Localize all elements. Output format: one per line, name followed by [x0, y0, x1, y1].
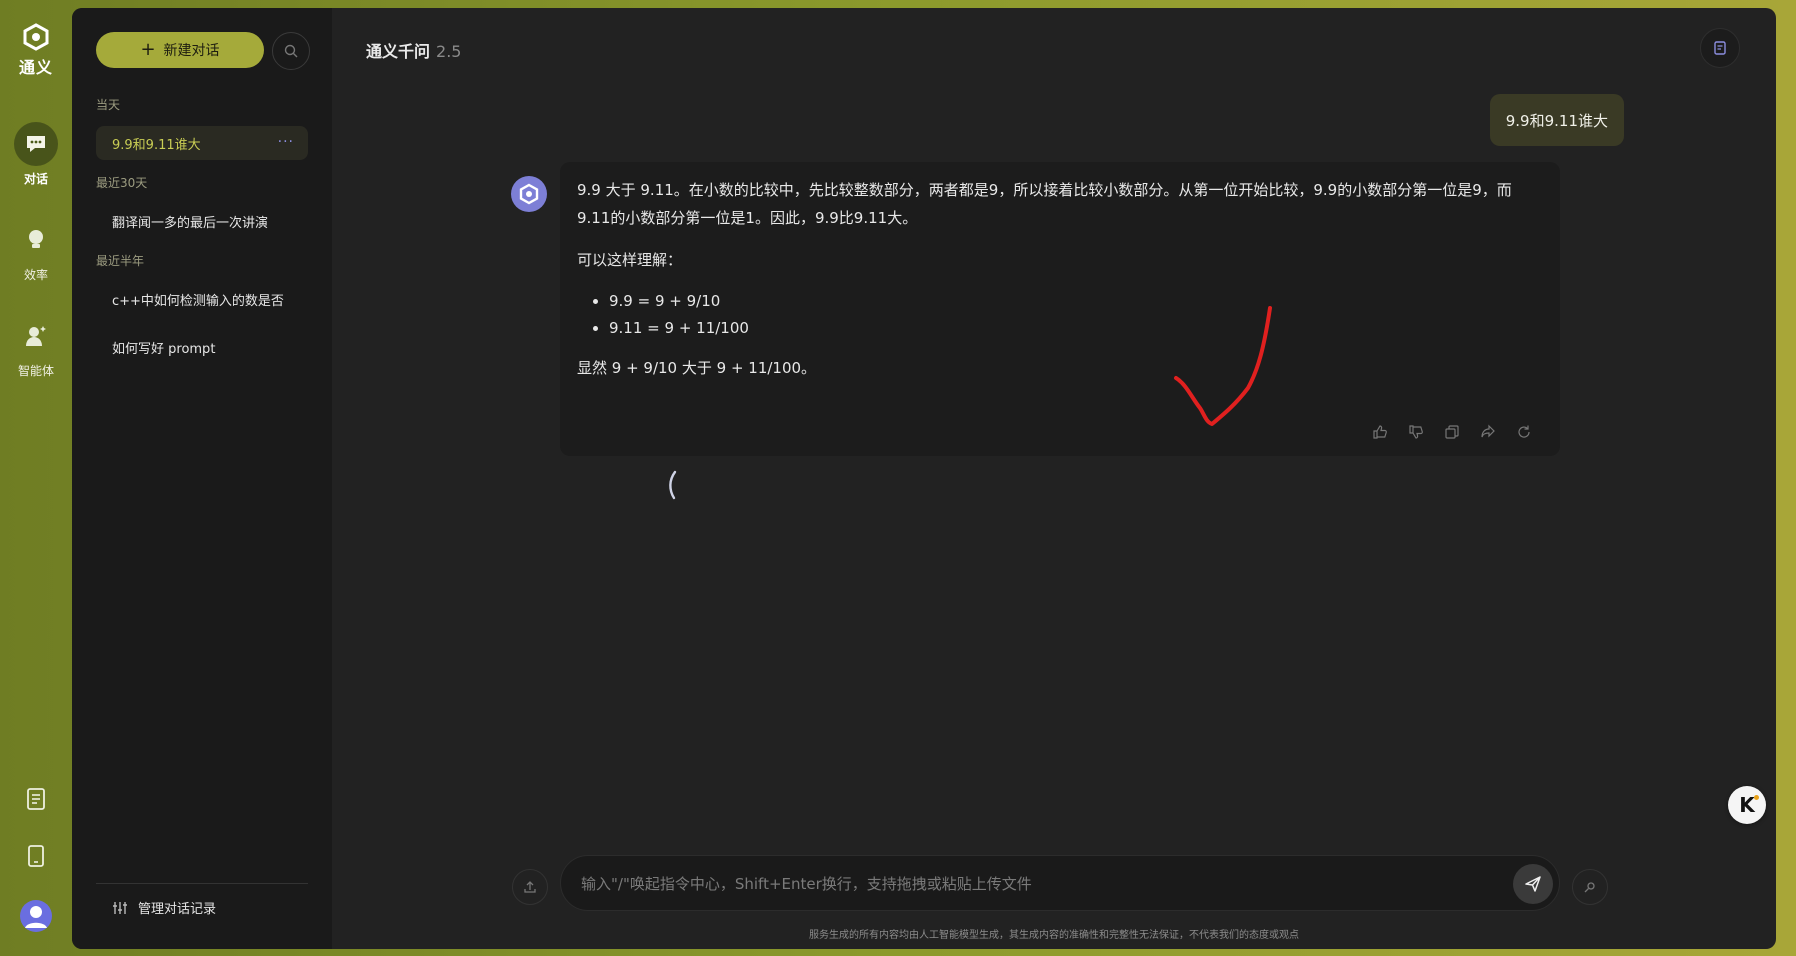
- model-version: 2.5: [436, 42, 462, 61]
- notes-button[interactable]: [1700, 28, 1740, 68]
- send-button[interactable]: [1513, 864, 1553, 904]
- phone-icon: [28, 845, 44, 867]
- document-icon: [27, 788, 45, 810]
- list-item: 9.11 = 9 + 11/100: [609, 315, 1537, 342]
- voice-button[interactable]: [1572, 869, 1608, 905]
- checkmark-annotation: [1174, 306, 1272, 426]
- disclaimer: 服务生成的所有内容均由人工智能模型生成，其生成内容的准确性和完整性无法保证，不代…: [809, 930, 1299, 941]
- microphone-icon: [1584, 882, 1595, 893]
- bot-avatar: [511, 176, 547, 212]
- new-chat-button[interactable]: + 新建对话: [96, 32, 264, 68]
- model-name: 通义千问: [366, 42, 431, 61]
- lightbulb-icon: [14, 218, 58, 262]
- floating-assistant-button[interactable]: K: [1728, 786, 1766, 824]
- conversation-item[interactable]: 如何写好 prompt: [96, 330, 308, 364]
- search-button[interactable]: [272, 32, 310, 70]
- conversation-item[interactable]: 翻译闻一多的最后一次讲演: [96, 204, 308, 238]
- chat-main: 通义千问 2.5 9.9和9.11谁大 9.9 大于 9.11。在小数的比较中，先…: [332, 8, 1776, 949]
- group-label-30-days: 最近30天: [96, 176, 148, 190]
- composer: [332, 855, 1776, 912]
- rail-item-label: 效率: [23, 268, 48, 282]
- send-icon: [1525, 876, 1541, 892]
- conversation-sidebar: + 新建对话 当天 9.9和9.11谁大 ··· 最近30天 翻译闻一多的最后一…: [72, 8, 332, 949]
- floating-assistant-label: K: [1739, 793, 1755, 817]
- answer-paragraph: 可以这样理解：: [577, 251, 683, 269]
- rail-item-label: 智能体: [17, 364, 54, 378]
- search-icon: [284, 44, 298, 58]
- manage-history-button[interactable]: 管理对话记录: [112, 898, 216, 917]
- thumbs-down-icon[interactable]: [1406, 422, 1426, 442]
- answer-paragraph: 9.9 大于 9.11。在小数的比较中，先比较整数部分，两者都是9，所以接着比较…: [577, 181, 1512, 227]
- tongyi-logo-icon: [23, 23, 49, 51]
- message-input[interactable]: [579, 856, 1483, 912]
- app-rail: 通义 对话 效率 智能体: [0, 0, 72, 956]
- regenerate-icon[interactable]: [1514, 422, 1534, 442]
- more-options-icon[interactable]: ···: [278, 134, 294, 150]
- rail-item-agent[interactable]: 智能体: [0, 314, 72, 379]
- answer-paragraph: 显然 9 + 9/10 大于 9 + 11/100。: [577, 359, 817, 377]
- rail-item-chat[interactable]: 对话: [0, 122, 72, 187]
- message-actions: [1370, 422, 1534, 442]
- list-item: 9.9 = 9 + 9/10: [609, 288, 1537, 315]
- tongyi-logo-icon: [519, 183, 539, 205]
- group-label-today: 当天: [96, 98, 121, 112]
- app-window: + 新建对话 当天 9.9和9.11谁大 ··· 最近30天 翻译闻一多的最后一…: [72, 8, 1776, 949]
- assistant-message-body: 9.9 大于 9.11。在小数的比较中，先比较整数部分，两者都是9，所以接着比较…: [577, 176, 1537, 396]
- rail-item-label: 对话: [23, 172, 48, 186]
- group-label-half-year: 最近半年: [96, 254, 145, 268]
- conversation-title: 9.9和9.11谁大: [112, 137, 201, 153]
- logo-text: 通义: [18, 58, 53, 77]
- thumbs-up-icon[interactable]: [1370, 422, 1390, 442]
- copy-icon[interactable]: [1442, 422, 1462, 442]
- conversation-title: c++中如何检测输入的数是否: [112, 293, 284, 309]
- conversation-item[interactable]: 9.9和9.11谁大 ···: [96, 126, 308, 160]
- document-button[interactable]: [0, 788, 72, 810]
- share-icon[interactable]: [1478, 422, 1498, 442]
- avatar: [20, 900, 52, 932]
- conversation-title: 如何写好 prompt: [112, 341, 216, 357]
- sliders-icon: [113, 901, 127, 914]
- user-avatar[interactable]: [0, 900, 72, 932]
- sidebar-divider: [96, 883, 308, 884]
- stray-mark-annotation: [669, 470, 677, 500]
- conversation-item[interactable]: c++中如何检测输入的数是否: [96, 282, 308, 316]
- plus-icon: +: [140, 39, 156, 60]
- page-title: 通义千问 2.5: [366, 38, 461, 62]
- notes-icon: [1714, 41, 1726, 55]
- assistant-message: 9.9 大于 9.11。在小数的比较中，先比较整数部分，两者都是9，所以接着比较…: [560, 162, 1560, 456]
- chat-bubble-icon: [14, 122, 58, 166]
- new-chat-label: 新建对话: [163, 43, 220, 59]
- app-logo[interactable]: 通义: [10, 22, 62, 78]
- mobile-button[interactable]: [0, 845, 72, 867]
- user-message: 9.9和9.11谁大: [1489, 94, 1624, 146]
- manage-history-label: 管理对话记录: [138, 902, 217, 917]
- upload-button[interactable]: [512, 869, 548, 905]
- upload-icon: [524, 881, 536, 893]
- agent-icon: [14, 314, 58, 358]
- message-input-box: [560, 855, 1560, 912]
- answer-list: 9.9 = 9 + 9/10 9.11 = 9 + 11/100: [577, 288, 1537, 342]
- conversation-title: 翻译闻一多的最后一次讲演: [112, 215, 269, 231]
- notification-dot: [1754, 795, 1759, 800]
- rail-item-efficiency[interactable]: 效率: [0, 218, 72, 283]
